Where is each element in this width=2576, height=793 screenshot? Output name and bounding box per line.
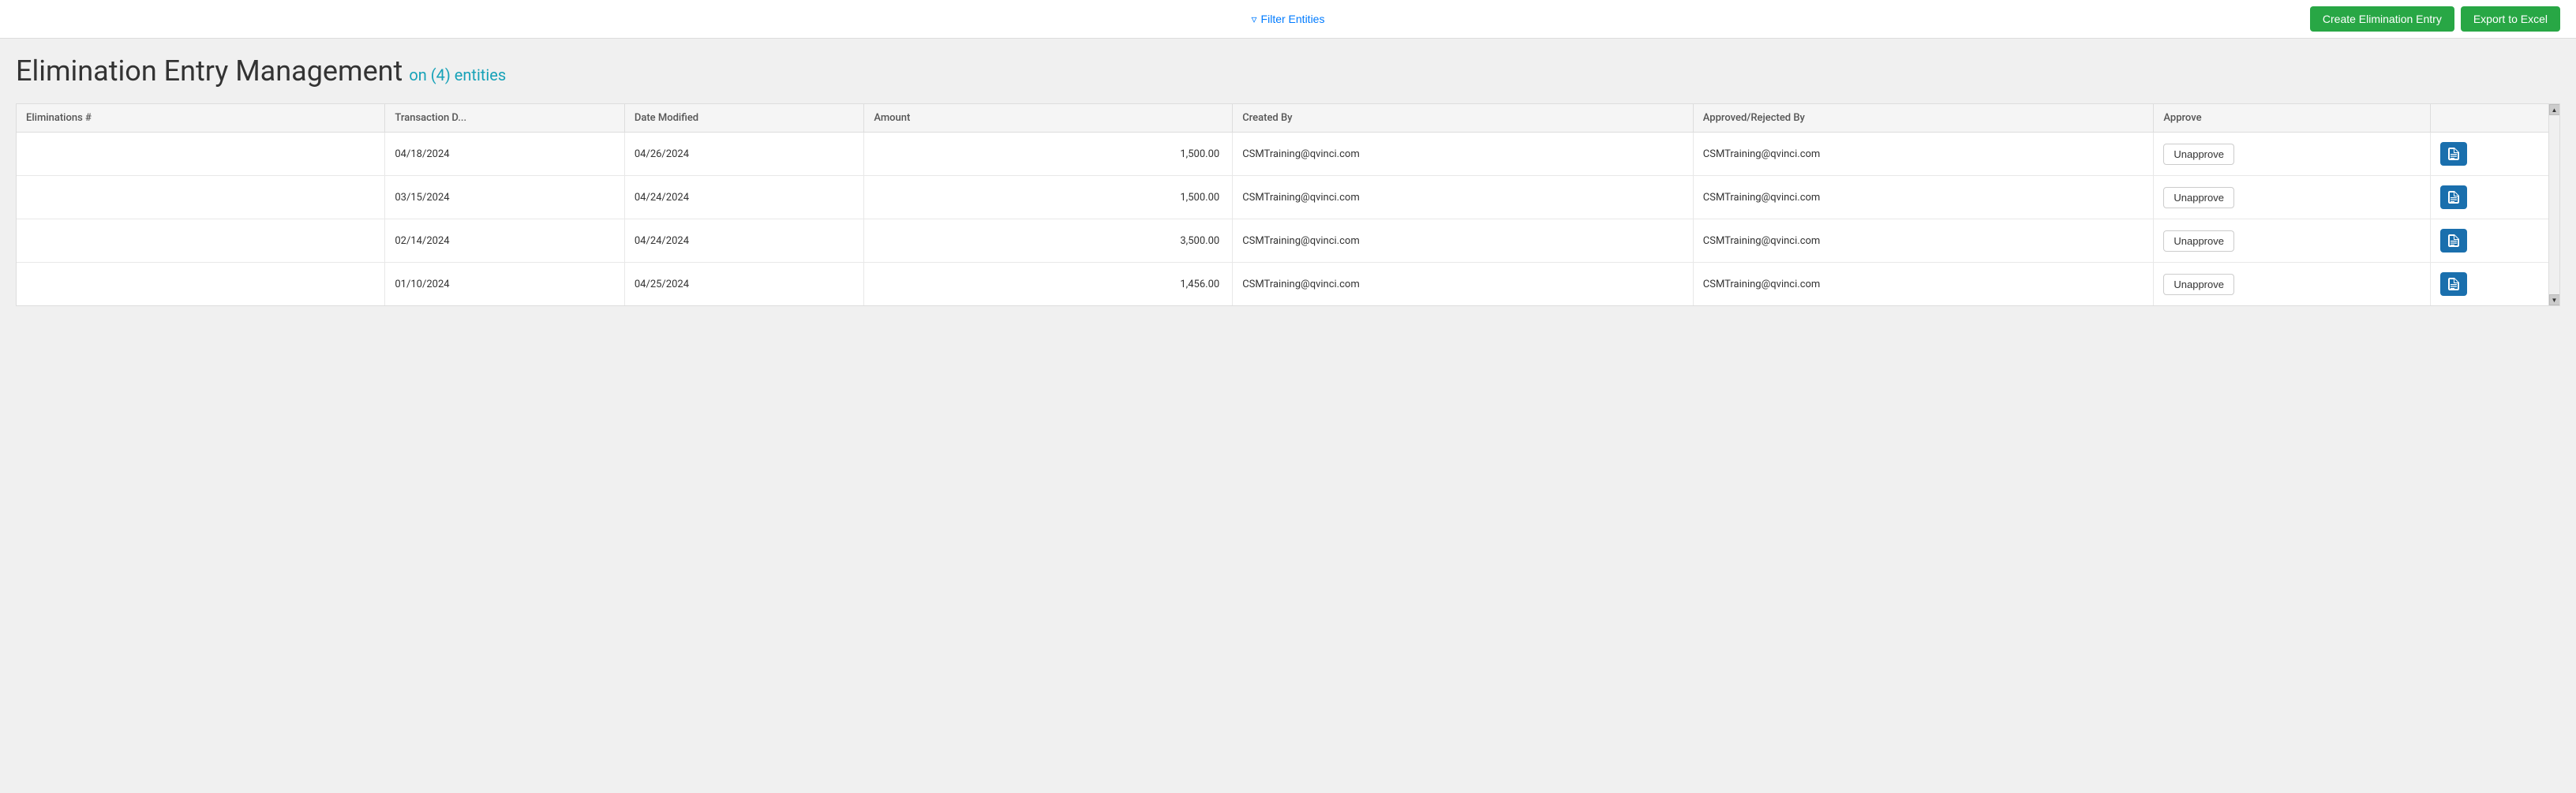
export-to-excel-button[interactable]: Export to Excel [2461,6,2560,32]
cell-approve-0: Unapprove [2154,133,2430,176]
document-icon [2448,148,2459,160]
eliminations-table: Eliminations # Transaction D... Date Mod… [17,104,2559,305]
col-header-amount: Amount [864,104,1233,133]
table-container: Eliminations # Transaction D... Date Mod… [16,103,2560,306]
cell-approved-by-1: CSMTraining@qvinci.com [1693,176,2154,219]
entity-count: on (4) entities [409,65,506,84]
cell-actions-1 [2430,176,2559,219]
scrollbar-up-arrow[interactable]: ▲ [2549,104,2560,115]
cell-created-by-3: CSMTraining@qvinci.com [1233,263,1694,306]
cell-created-by-0: CSMTraining@qvinci.com [1233,133,1694,176]
table-row: 01/10/2024 04/25/2024 1,456.00 CSMTraini… [17,263,2559,306]
col-header-created-by: Created By [1233,104,1694,133]
unapprove-button-2[interactable]: Unapprove [2163,230,2234,252]
table-row: 03/15/2024 04/24/2024 1,500.00 CSMTraini… [17,176,2559,219]
cell-amount-1: 1,500.00 [864,176,1233,219]
top-actions: Create Elimination Entry Export to Excel [2310,6,2560,32]
cell-actions-2 [2430,219,2559,263]
cell-actions-3 [2430,263,2559,306]
document-icon [2448,278,2459,290]
cell-elim-num-0 [17,133,385,176]
scrollbar-track: ▲ ▼ [2548,104,2559,305]
col-header-actions [2430,104,2559,133]
cell-created-by-2: CSMTraining@qvinci.com [1233,219,1694,263]
cell-date-modified-1: 04/24/2024 [624,176,863,219]
table-row: 02/14/2024 04/24/2024 3,500.00 CSMTraini… [17,219,2559,263]
unapprove-button-3[interactable]: Unapprove [2163,274,2234,295]
cell-actions-0 [2430,133,2559,176]
scrollbar-down-arrow[interactable]: ▼ [2549,294,2560,305]
document-icon [2448,191,2459,204]
view-doc-button-3[interactable] [2440,272,2467,296]
cell-date-modified-3: 04/25/2024 [624,263,863,306]
filter-label: Filter Entities [1261,13,1325,25]
col-header-approve: Approve [2154,104,2430,133]
view-doc-button-0[interactable] [2440,142,2467,166]
unapprove-button-1[interactable]: Unapprove [2163,187,2234,208]
cell-date-modified-2: 04/24/2024 [624,219,863,263]
cell-amount-3: 1,456.00 [864,263,1233,306]
document-icon [2448,234,2459,247]
cell-created-by-1: CSMTraining@qvinci.com [1233,176,1694,219]
col-header-approved-by: Approved/Rejected By [1693,104,2154,133]
top-bar: ▿ Filter Entities Create Elimination Ent… [0,0,2576,39]
cell-transaction-date-2: 02/14/2024 [385,219,624,263]
create-elimination-entry-button[interactable]: Create Elimination Entry [2310,6,2454,32]
cell-elim-num-3 [17,263,385,306]
unapprove-button-0[interactable]: Unapprove [2163,144,2234,165]
cell-elim-num-2 [17,219,385,263]
page-content: Elimination Entry Management on (4) entit… [0,39,2576,322]
filter-entities-button[interactable]: ▿ Filter Entities [1252,13,1325,26]
cell-approve-2: Unapprove [2154,219,2430,263]
cell-transaction-date-1: 03/15/2024 [385,176,624,219]
view-doc-button-2[interactable] [2440,229,2467,252]
cell-transaction-date-3: 01/10/2024 [385,263,624,306]
cell-elim-num-1 [17,176,385,219]
col-header-elim-num: Eliminations # [17,104,385,133]
cell-approve-3: Unapprove [2154,263,2430,306]
page-title-area: Elimination Entry Management on (4) entit… [16,54,2560,88]
cell-date-modified-0: 04/26/2024 [624,133,863,176]
cell-transaction-date-0: 04/18/2024 [385,133,624,176]
filter-center: ▿ Filter Entities [1252,13,1325,26]
table-row: 04/18/2024 04/26/2024 1,500.00 CSMTraini… [17,133,2559,176]
cell-approved-by-0: CSMTraining@qvinci.com [1693,133,2154,176]
view-doc-button-1[interactable] [2440,185,2467,209]
cell-approved-by-2: CSMTraining@qvinci.com [1693,219,2154,263]
page-title: Elimination Entry Management [16,54,402,88]
cell-approved-by-3: CSMTraining@qvinci.com [1693,263,2154,306]
col-header-transaction-date: Transaction D... [385,104,624,133]
cell-amount-0: 1,500.00 [864,133,1233,176]
table-header-row: Eliminations # Transaction D... Date Mod… [17,104,2559,133]
cell-amount-2: 3,500.00 [864,219,1233,263]
filter-icon: ▿ [1252,13,1257,26]
col-header-date-modified: Date Modified [624,104,863,133]
cell-approve-1: Unapprove [2154,176,2430,219]
